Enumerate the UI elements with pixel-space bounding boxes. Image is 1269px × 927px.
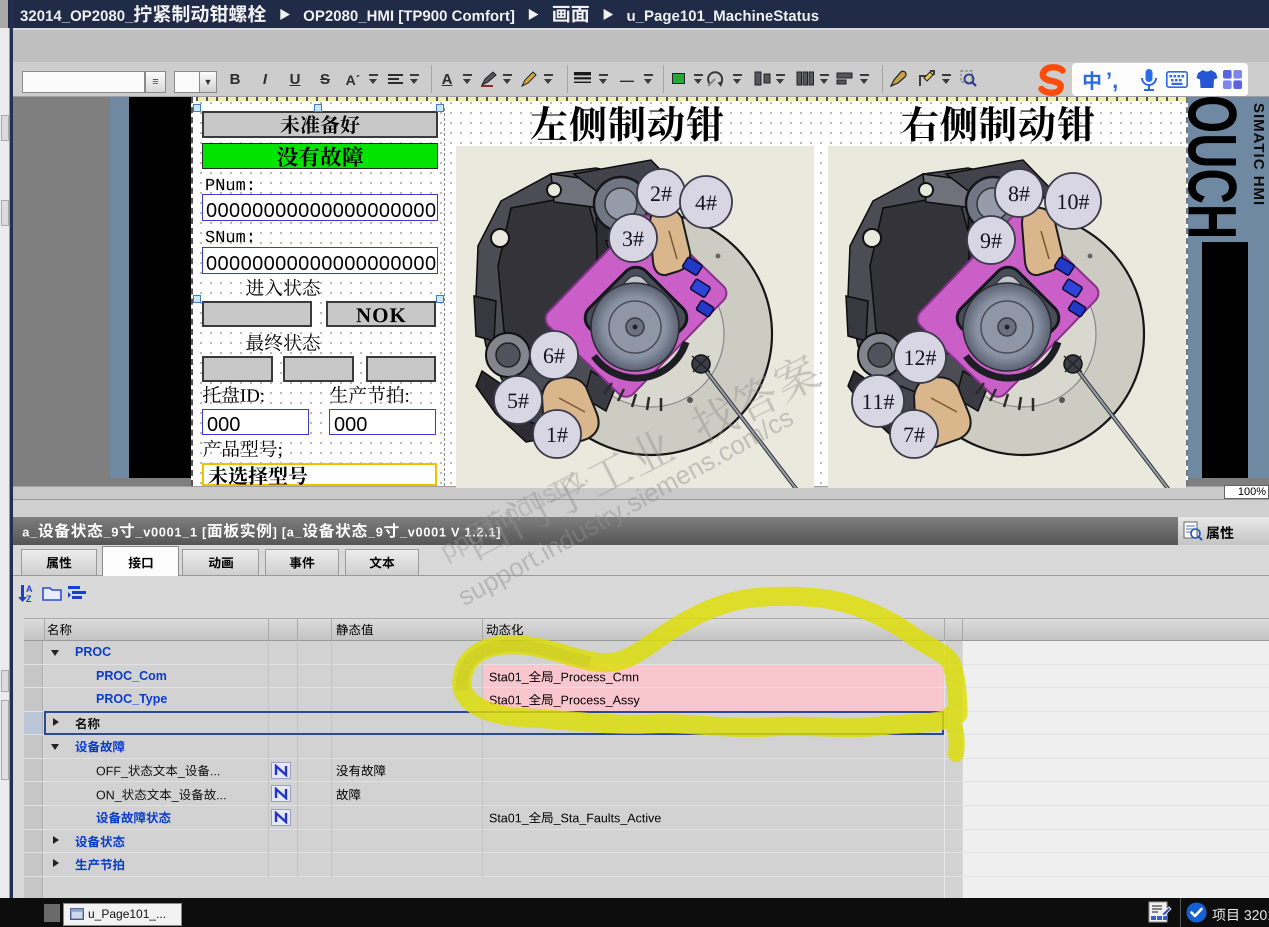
svg-text:A: A	[26, 584, 33, 594]
svg-text:Z: Z	[26, 594, 32, 603]
